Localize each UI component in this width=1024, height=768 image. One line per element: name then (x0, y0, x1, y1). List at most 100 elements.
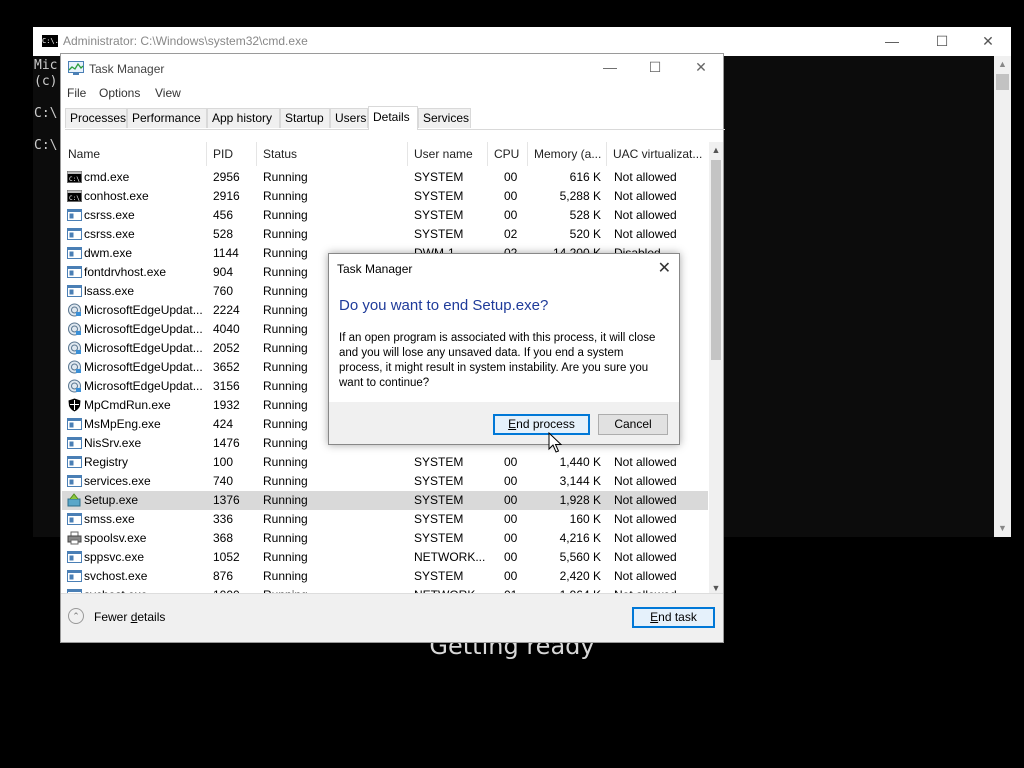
edge-update-process-icon (68, 379, 81, 393)
printer-icon (67, 531, 82, 545)
cancel-button[interactable]: Cancel (598, 414, 668, 435)
tab-processes[interactable]: Processes (65, 108, 127, 128)
cell-pid: 1932 (213, 398, 240, 412)
menu-view[interactable]: View (155, 86, 181, 100)
cell-pid: 2916 (213, 189, 240, 203)
fewer-details-link[interactable]: Fewer details (94, 610, 165, 624)
maximize-button[interactable]: ☐ (919, 27, 965, 56)
cell-user-name: SYSTEM (414, 189, 464, 203)
cell-name: Setup.exe (84, 493, 139, 507)
tm-titlebar[interactable]: Task Manager — ☐ ✕ (61, 54, 723, 82)
table-row[interactable]: sppsvc.exe 1052 Running NETWORK... 00 5,560 K… (62, 548, 708, 567)
cell-name: services.exe (84, 474, 151, 488)
table-row[interactable]: services.exe 740 Running SYSTEM 00 3,144 K Not… (62, 472, 708, 491)
end-task-button[interactable]: End task (632, 607, 715, 628)
close-button[interactable]: ✕ (678, 54, 724, 82)
cell-name: fontdrvhost.exe (84, 265, 167, 279)
dialog-heading: Do you want to end Setup.exe? (339, 297, 549, 314)
scroll-down-arrow-icon[interactable]: ▼ (994, 520, 1011, 537)
cell-user-name: SYSTEM (414, 227, 464, 241)
cell-pid: 336 (213, 512, 234, 526)
cell-pid: 528 (213, 227, 234, 241)
cell-user-name: SYSTEM (414, 170, 464, 184)
application-process-icon (67, 247, 82, 259)
col-header-uac[interactable]: UAC virtualizat... (607, 142, 708, 166)
cell-name: Registry (84, 455, 129, 469)
cell-uac: Not allowed (614, 493, 677, 507)
cell-pid: 1476 (213, 436, 240, 450)
cell-name: spoolsv.exe (84, 531, 147, 545)
table-row[interactable]: Setup.exe 1376 Running SYSTEM 00 1,928 K Not a… (62, 491, 708, 510)
cell-cpu: 00 (504, 493, 518, 507)
tab-performance[interactable]: Performance (127, 108, 207, 128)
dialog-message: If an open program is associated with th… (339, 332, 656, 389)
cell-memory: 4,216 K (559, 531, 601, 545)
cell-name: csrss.exe (84, 208, 135, 222)
table-scrollbar[interactable]: ▲ ▼ (709, 142, 723, 596)
application-process-icon (67, 551, 82, 563)
minimize-button[interactable]: — (869, 27, 915, 56)
cell-pid: 100 (213, 455, 234, 469)
col-header-name[interactable]: Name (62, 142, 207, 166)
scroll-up-arrow-icon[interactable]: ▲ (994, 56, 1011, 73)
table-row[interactable]: Registry 100 Running SYSTEM 00 1,440 K Not all… (62, 453, 708, 472)
tm-window-title: Task Manager (89, 62, 165, 76)
table-row[interactable]: smss.exe 336 Running SYSTEM 00 160 K Not allow… (62, 510, 708, 529)
end-process-button[interactable]: End process (493, 414, 590, 435)
cell-status: Running (263, 531, 308, 545)
cell-status: Running (263, 512, 308, 526)
chevron-up-circle-icon[interactable]: ⌃ (68, 608, 84, 624)
tm-footer: ⌃ Fewer details End task (61, 593, 723, 642)
cell-name: csrss.exe (84, 227, 135, 241)
tab-services[interactable]: Services (418, 108, 471, 128)
tab-app-history[interactable]: App history (207, 108, 280, 128)
cell-name: NisSrv.exe (84, 436, 142, 450)
col-header-pid[interactable]: PID (207, 142, 257, 166)
edge-update-process-icon (68, 360, 81, 374)
cell-cpu: 02 (504, 227, 518, 241)
console-process-icon: C:\ (67, 190, 82, 202)
cell-memory: 5,288 K (559, 189, 601, 203)
mouse-pointer-icon (548, 432, 562, 453)
cell-status: Running (263, 227, 308, 241)
scroll-thumb[interactable] (711, 160, 721, 360)
menu-file[interactable]: File (67, 86, 86, 100)
table-row[interactable]: spoolsv.exe 368 Running SYSTEM 00 4,216 K Not … (62, 529, 708, 548)
table-row[interactable]: C:\ cmd.exe 2956 Running SYSTEM 00 616 K Not al… (62, 168, 708, 187)
close-button[interactable]: ✕ (965, 27, 1011, 56)
col-header-memory[interactable]: Memory (a... (528, 142, 607, 166)
dialog-titlebar[interactable]: Task Manager ✕ (329, 254, 679, 282)
cell-name: MsMpEng.exe (84, 417, 161, 431)
col-header-status[interactable]: Status (257, 142, 408, 166)
minimize-button[interactable]: — (587, 54, 633, 82)
cell-name: sppsvc.exe (84, 550, 145, 564)
tab-details[interactable]: Details (368, 106, 418, 130)
col-header-cpu[interactable]: CPU (488, 142, 528, 166)
cell-user-name: NETWORK... (414, 550, 486, 564)
dialog-close-icon[interactable]: ✕ (658, 258, 671, 278)
cell-memory: 2,420 K (559, 569, 601, 583)
tab-users[interactable]: Users (330, 108, 368, 128)
table-row[interactable]: C:\ conhost.exe 2916 Running SYSTEM 00 5,288 K… (62, 187, 708, 206)
tab-startup[interactable]: Startup (280, 108, 330, 128)
table-row[interactable]: csrss.exe 528 Running SYSTEM 02 520 K Not allo… (62, 225, 708, 244)
scroll-thumb[interactable] (996, 74, 1009, 90)
table-row[interactable]: csrss.exe 456 Running SYSTEM 00 528 K Not allo… (62, 206, 708, 225)
cell-memory: 528 K (569, 208, 601, 222)
cell-cpu: 00 (504, 474, 518, 488)
cmd-titlebar[interactable]: C:\. Administrator: C:\Windows\system32\… (33, 27, 1011, 56)
end-process-dialog[interactable]: Task Manager ✕ Do you want to end Setup.… (328, 253, 680, 445)
cmd-scrollbar[interactable]: ▲ ▼ (994, 56, 1011, 537)
table-row[interactable]: svchost.exe 876 Running SYSTEM 00 2,420 K Not … (62, 567, 708, 586)
menu-options[interactable]: Options (99, 86, 140, 100)
cell-cpu: 00 (504, 569, 518, 583)
col-header-user-name[interactable]: User name (408, 142, 488, 166)
cell-pid: 876 (213, 569, 234, 583)
scroll-up-arrow-icon[interactable]: ▲ (709, 142, 723, 158)
cell-name: MicrosoftEdgeUpdat... (84, 379, 203, 393)
maximize-button[interactable]: ☐ (632, 54, 678, 82)
cell-status: Running (263, 493, 308, 507)
cmd-app-icon: C:\. (42, 35, 59, 47)
cell-status: Running (263, 550, 308, 564)
application-process-icon (67, 456, 82, 468)
